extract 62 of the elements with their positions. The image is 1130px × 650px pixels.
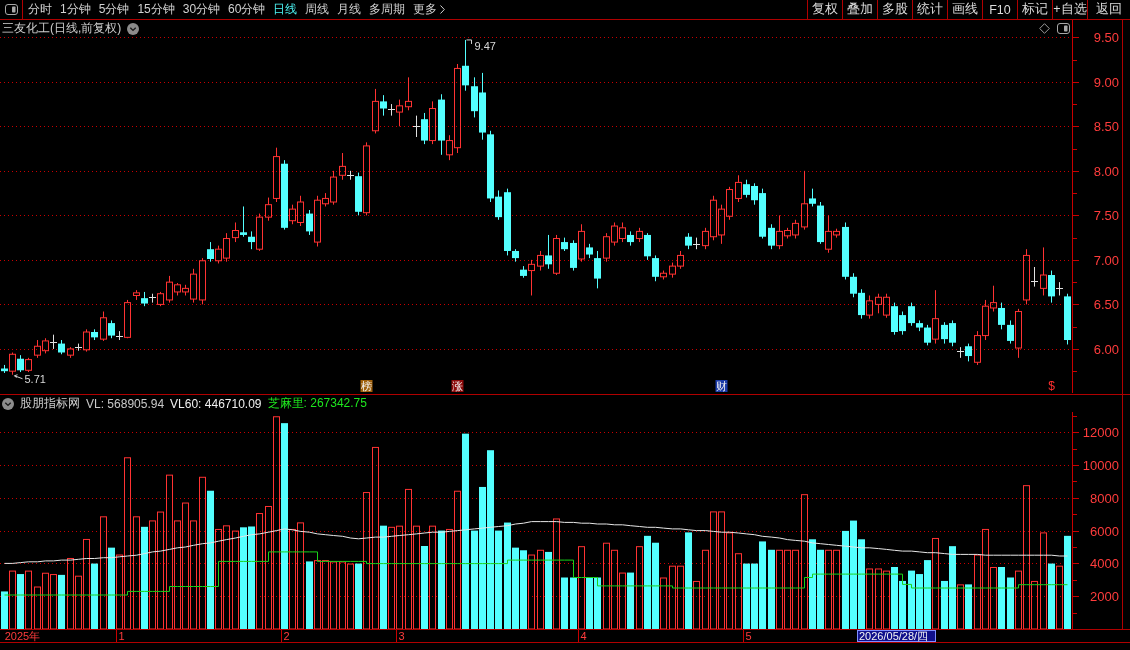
- panel-icon: [4, 4, 18, 15]
- toolbar-button[interactable]: 叠加: [842, 0, 877, 19]
- axis-label: 9.00: [1093, 75, 1119, 90]
- toolbar-button[interactable]: 标记: [1017, 0, 1052, 19]
- axis-label: 8.00: [1093, 164, 1119, 179]
- indicator-reading: VL: 568905.94: [86, 396, 165, 411]
- chart-title: 三友化工(日线,前复权): [2, 20, 122, 37]
- period-tab[interactable]: 1分钟: [60, 0, 91, 19]
- event-badge[interactable]: 涨: [451, 380, 464, 392]
- cursor-date-label: 2026/05/28/四: [857, 630, 936, 642]
- diamond-icon[interactable]: [1039, 23, 1050, 34]
- toolbar-button[interactable]: F10: [982, 0, 1017, 19]
- chevron-down-circle-icon[interactable]: [127, 22, 140, 35]
- event-marker[interactable]: $: [1048, 379, 1055, 393]
- axis-label: 8.50: [1093, 119, 1119, 134]
- date-label: 2025年: [4, 630, 41, 642]
- panel-toggle-icon[interactable]: [1057, 23, 1070, 34]
- date-label: 4: [580, 630, 587, 642]
- date-label: 2: [283, 630, 290, 642]
- more-menu-tab[interactable]: 更多: [413, 0, 446, 19]
- axis-label: 9.50: [1093, 30, 1119, 45]
- date-label: 5: [745, 630, 752, 642]
- period-tab[interactable]: 月线: [337, 0, 362, 19]
- axis-label: 8000: [1090, 491, 1119, 506]
- chevron-right-icon: [440, 5, 446, 14]
- chevron-down-circle-icon[interactable]: [2, 397, 14, 410]
- event-badge[interactable]: 榜: [360, 380, 373, 392]
- axis-label: 7.50: [1093, 208, 1119, 223]
- period-tab[interactable]: 30分钟: [182, 0, 221, 19]
- axis-label: 7.00: [1093, 253, 1119, 268]
- axis-label: 6.50: [1093, 297, 1119, 312]
- toolbar-button[interactable]: 统计: [912, 0, 947, 19]
- date-label: 1: [118, 630, 125, 642]
- period-tab[interactable]: 15分钟: [137, 0, 175, 19]
- indicator-reading: 芝麻里: 267342.75: [267, 395, 367, 412]
- annotation: 9.47: [474, 39, 496, 52]
- axis-label: 12000: [1082, 425, 1119, 440]
- event-badge[interactable]: 财: [715, 380, 728, 392]
- period-tab[interactable]: 日线: [273, 0, 298, 19]
- period-tab[interactable]: 5分钟: [98, 0, 130, 19]
- toolbar-button[interactable]: 返回: [1087, 0, 1130, 19]
- period-tab[interactable]: 周线: [305, 0, 330, 19]
- axis-label: 4000: [1090, 556, 1119, 571]
- period-tab[interactable]: 60分钟: [228, 0, 266, 19]
- price-low-label: 5.71: [14, 372, 46, 385]
- period-tab[interactable]: 分时: [28, 0, 52, 19]
- toolbar-button[interactable]: 画线: [947, 0, 982, 19]
- annotation: 5.71: [24, 372, 46, 385]
- indicator-name: 股朋指标网: [20, 395, 80, 412]
- indicator-reading: VL60: 446710.09: [170, 396, 262, 411]
- price-high-label: 9.47: [466, 39, 496, 52]
- date-label: 3: [398, 630, 405, 642]
- axis-label: 6.00: [1093, 342, 1119, 357]
- axis-label: 6000: [1090, 524, 1119, 539]
- axis-label: 2000: [1090, 589, 1119, 604]
- toolbar-button[interactable]: 多股: [877, 0, 912, 19]
- period-tab[interactable]: 多周期: [369, 0, 406, 19]
- toolbar-button[interactable]: 复权: [807, 0, 842, 19]
- candlestick: [49, 334, 58, 350]
- axis-label: 10000: [1082, 458, 1119, 473]
- candlestick: [405, 76, 412, 111]
- toolbar-button[interactable]: +自选: [1052, 0, 1087, 19]
